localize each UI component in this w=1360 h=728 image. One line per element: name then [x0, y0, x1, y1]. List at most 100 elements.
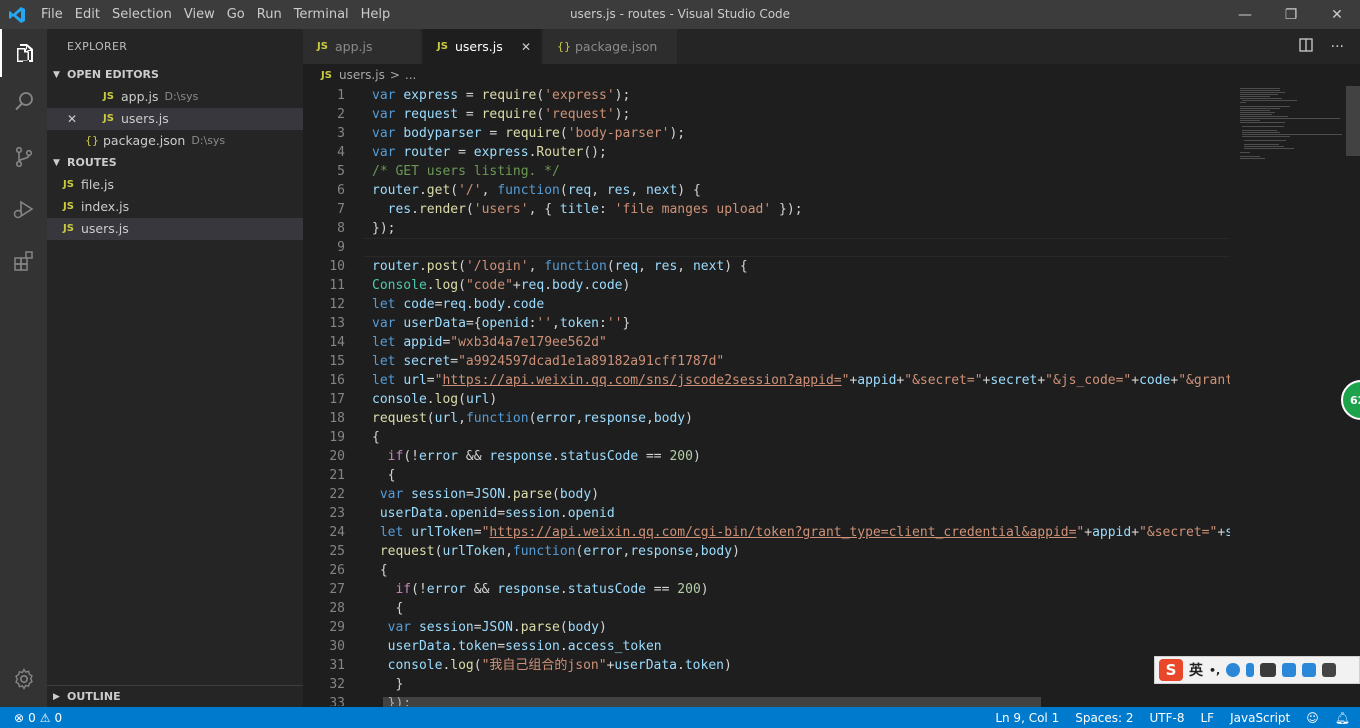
code-token: post	[426, 259, 459, 274]
language-mode[interactable]: JavaScript	[1230, 711, 1290, 725]
code-line[interactable]: 10 router.post('/login', function(req, re…	[303, 257, 1230, 276]
ime-logo-icon[interactable]: S	[1159, 659, 1183, 681]
code-line[interactable]: 5 /* GET users listing. */	[303, 162, 1230, 181]
menu-terminal[interactable]: Terminal	[288, 0, 355, 29]
code-editor[interactable]: 1 var express = require('express'); 2 var r…	[303, 86, 1230, 706]
extensions-icon[interactable]	[0, 237, 47, 285]
menu-edit[interactable]: Edit	[69, 0, 106, 29]
code-line[interactable]: 13 var userData={openid:'',token:''}	[303, 314, 1230, 333]
code-line[interactable]: 18 request(url,function(error,response,bo…	[303, 409, 1230, 428]
feedback-icon[interactable]: ☺	[1306, 711, 1319, 725]
close-window-button[interactable]: ✕	[1314, 0, 1360, 29]
menu-help[interactable]: Help	[355, 0, 397, 29]
encoding[interactable]: UTF-8	[1150, 711, 1185, 725]
maximize-button[interactable]: ❐	[1268, 0, 1314, 29]
code-line[interactable]: 3 var bodyparser = require('body-parser')…	[303, 124, 1230, 143]
open-editor-item[interactable]: JS app.js D:\sys	[47, 86, 303, 108]
code-line[interactable]: 15 let secret="a9924597dcad1e1a89182a91cf…	[303, 352, 1230, 371]
menu-view[interactable]: View	[178, 0, 221, 29]
code-line[interactable]: 26 {	[303, 561, 1230, 580]
cursor-position[interactable]: Ln 9, Col 1	[995, 711, 1059, 725]
breadcrumb-file[interactable]: users.js	[339, 68, 385, 82]
code-token: Router	[536, 145, 584, 160]
menu-go[interactable]: Go	[221, 0, 251, 29]
ime-lang[interactable]: 英	[1189, 660, 1203, 680]
code-token: "&grant_type=authorization_code"	[1178, 373, 1230, 388]
code-line[interactable]: 7 res.render('users', { title: 'file man…	[303, 200, 1230, 219]
code-token: body	[653, 411, 686, 426]
code-text: var session=JSON.parse(body)	[372, 485, 599, 504]
code-line[interactable]: 21 {	[303, 466, 1230, 485]
grid-icon[interactable]	[1322, 663, 1337, 677]
split-editor-icon[interactable]	[1298, 37, 1313, 56]
code-line[interactable]: 1 var express = require('express');	[303, 86, 1230, 105]
scrollbar-thumb[interactable]	[1346, 86, 1360, 156]
horizontal-scrollbar[interactable]	[383, 697, 1041, 707]
run-debug-icon[interactable]	[0, 185, 47, 233]
code-line[interactable]: 17 console.log(url)	[303, 390, 1230, 409]
code-line[interactable]: 27 if(!error && response.statusCode == 2…	[303, 580, 1230, 599]
menu-file[interactable]: File	[35, 0, 69, 29]
code-token: function	[544, 259, 607, 274]
breadcrumb-rest[interactable]: ...	[405, 68, 416, 82]
code-line[interactable]: 14 let appid="wxb3d4a7e179ee562d"	[303, 333, 1230, 352]
code-line[interactable]: 12 let code=req.body.code	[303, 295, 1230, 314]
minimize-button[interactable]: —	[1222, 0, 1268, 29]
keyboard-icon[interactable]	[1260, 663, 1277, 677]
more-actions-icon[interactable]: ···	[1331, 39, 1344, 55]
indentation[interactable]: Spaces: 2	[1075, 711, 1133, 725]
code-line[interactable]: 4 var router = express.Router();	[303, 143, 1230, 162]
open-editor-item[interactable]: {} package.json D:\sys	[47, 130, 303, 152]
open-editors-header[interactable]: ▼ OPEN EDITORS	[47, 64, 303, 86]
settings-gear-icon[interactable]	[0, 655, 47, 703]
menu-run[interactable]: Run	[251, 0, 288, 29]
outline-header[interactable]: ▶ OUTLINE	[47, 685, 303, 707]
shirt-icon[interactable]	[1302, 663, 1317, 677]
file-item-selected[interactable]: JS users.js	[47, 218, 303, 240]
source-control-icon[interactable]	[0, 133, 47, 181]
menu-selection[interactable]: Selection	[106, 0, 178, 29]
emoji-icon[interactable]	[1226, 663, 1241, 677]
code-line[interactable]: 8});	[303, 219, 1230, 238]
microphone-icon[interactable]	[1246, 663, 1255, 677]
tab-users-js[interactable]: JS users.js ✕	[423, 29, 542, 64]
code-token: ,	[677, 259, 693, 274]
code-line[interactable]: 6 router.get('/', function(req, res, next…	[303, 181, 1230, 200]
file-item[interactable]: JS file.js	[47, 174, 303, 196]
search-icon[interactable]	[0, 77, 47, 125]
code-line[interactable]: 20 if(!error && response.statusCode == 2…	[303, 447, 1230, 466]
code-token: .	[559, 506, 568, 521]
code-line[interactable]: 22 var session=JSON.parse(body)	[303, 485, 1230, 504]
code-line[interactable]: 19 {	[303, 428, 1230, 447]
minimap[interactable]	[1230, 86, 1345, 706]
code-line[interactable]: 11 Console.log("code"+req.body.code)	[303, 276, 1230, 295]
tab-package-json[interactable]: {} package.json	[543, 29, 678, 64]
tab-app-js[interactable]: JS app.js	[303, 29, 422, 64]
code-token: express	[403, 88, 459, 103]
line-ending[interactable]: LF	[1201, 711, 1215, 725]
close-icon[interactable]: ✕	[521, 40, 531, 54]
folder-header[interactable]: ▼ ROUTES	[47, 152, 303, 174]
code-line[interactable]: 25 request(urlToken,function(error,respo…	[303, 542, 1230, 561]
notifications-bell-icon[interactable]: 🔔︎	[1335, 711, 1350, 725]
code-line[interactable]: 16 let url="https://api.weixin.qq.com/sns…	[303, 371, 1230, 390]
code-line[interactable]: 9	[303, 238, 1230, 257]
code-line[interactable]: 32 }	[303, 675, 1230, 694]
open-editor-item-active[interactable]: ✕ JS users.js	[47, 108, 303, 130]
file-item[interactable]: JS index.js	[47, 196, 303, 218]
code-line[interactable]: 24 let urlToken="https://api.weixin.qq.c…	[303, 523, 1230, 542]
explorer-icon[interactable]	[0, 29, 47, 77]
code-line[interactable]: 29 var session=JSON.parse(body)	[303, 618, 1230, 637]
code-text: router.post('/login', function(req, res,…	[372, 257, 748, 276]
ime-punct[interactable]: •,	[1209, 664, 1220, 677]
problems-indicator[interactable]: ⊗ 0 ⚠ 0	[14, 707, 62, 728]
code-line[interactable]: 28 {	[303, 599, 1230, 618]
code-line[interactable]: 2 var request = require('request');	[303, 105, 1230, 124]
code-line[interactable]: 30 userData.token=session.access_token	[303, 637, 1230, 656]
code-text: let urlToken="https://api.weixin.qq.com/…	[372, 523, 1230, 542]
close-icon[interactable]: ✕	[67, 108, 77, 130]
code-line[interactable]: 31 console.log("我自己组合的json"+userData.tok…	[303, 656, 1230, 675]
code-line[interactable]: 23 userData.openid=session.openid	[303, 504, 1230, 523]
code-token: .	[512, 620, 521, 635]
person-icon[interactable]	[1282, 663, 1297, 677]
